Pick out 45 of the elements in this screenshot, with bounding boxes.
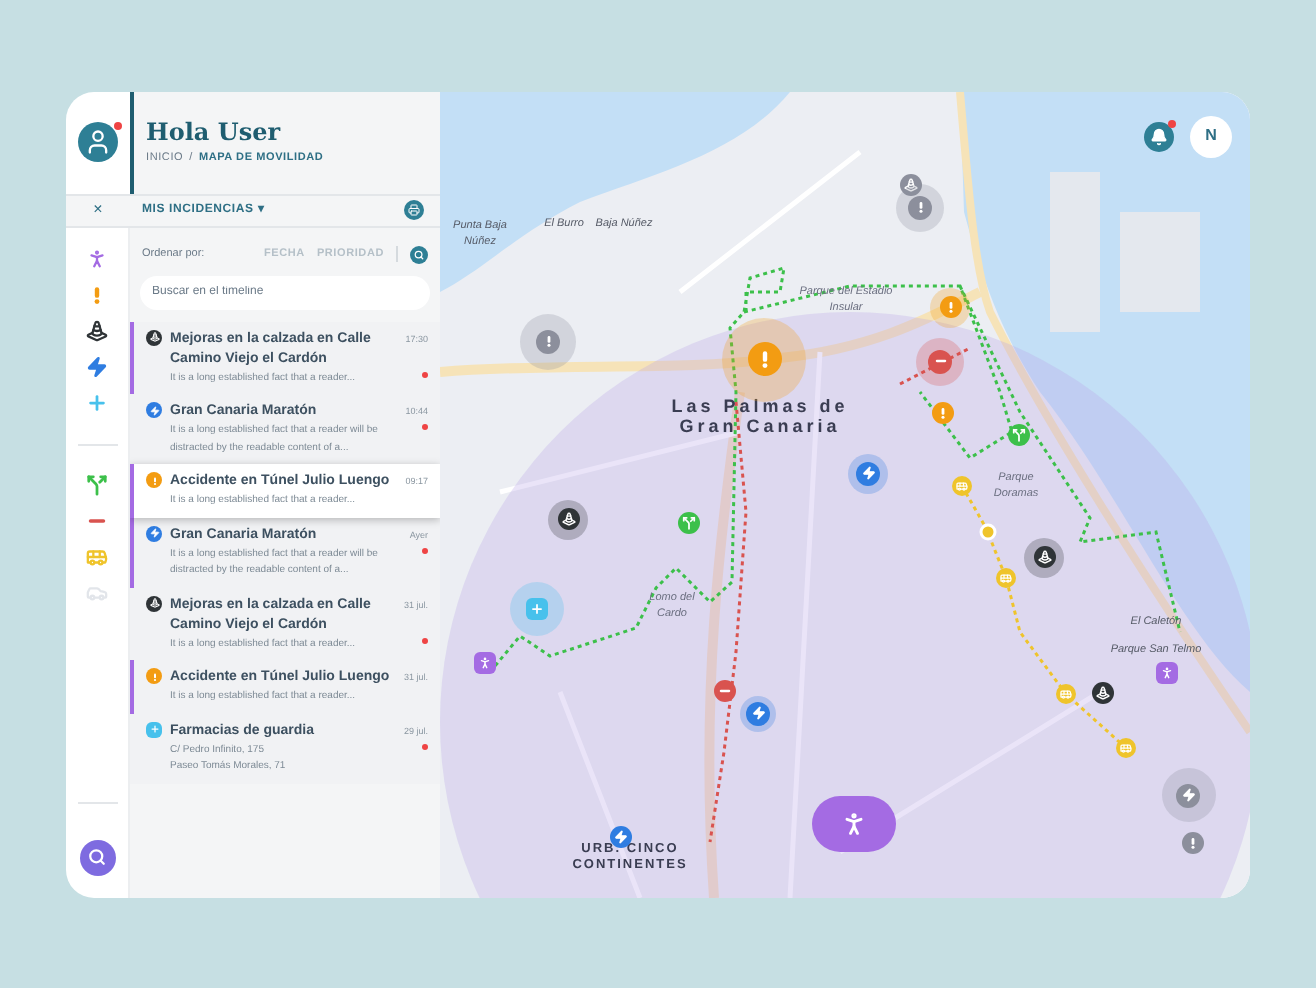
bolt-marker-icon[interactable]	[848, 453, 888, 493]
close-button[interactable]: ×	[66, 195, 130, 225]
print-icon[interactable]	[404, 200, 424, 220]
bell-icon	[1150, 127, 1168, 145]
alert-icon	[146, 472, 162, 488]
fork-marker-icon[interactable]	[677, 512, 699, 534]
no-entry-marker-icon[interactable]	[916, 337, 964, 385]
search-button[interactable]	[79, 839, 115, 875]
alert-marker-icon[interactable]	[931, 402, 953, 424]
bolt-marker-icon[interactable]	[1161, 768, 1215, 822]
bus-marker-icon[interactable]	[1056, 683, 1076, 703]
bus-marker-icon[interactable]	[996, 567, 1016, 587]
alert-marker-icon[interactable]	[520, 313, 576, 369]
person-marker-icon[interactable]	[1155, 662, 1177, 684]
search-icon[interactable]	[410, 245, 428, 263]
pharmacy-marker-icon[interactable]	[509, 582, 563, 636]
alert-marker-icon[interactable]	[1181, 832, 1203, 854]
fork-marker-icon[interactable]	[1007, 424, 1029, 446]
cone-marker-icon[interactable]	[1024, 537, 1064, 577]
person-marker-icon[interactable]	[812, 795, 896, 851]
search-icon	[88, 848, 106, 866]
alert-marker-icon[interactable]	[896, 183, 944, 231]
cone-icon	[146, 329, 162, 345]
bolt-marker-icon[interactable]	[740, 695, 776, 731]
bolt-icon	[146, 402, 162, 418]
alert-marker-icon[interactable]	[722, 317, 806, 401]
stop-dot	[979, 522, 997, 540]
person-filter-icon[interactable]	[85, 247, 109, 271]
cone-filter-icon[interactable]	[85, 319, 109, 343]
greeting-title: Hola User	[146, 117, 283, 146]
cone-marker-icon[interactable]	[548, 499, 588, 539]
cone-icon	[146, 595, 162, 611]
bus-filter-icon[interactable]	[85, 545, 109, 569]
cone-marker-icon[interactable]	[899, 174, 921, 196]
fork-filter-icon[interactable]	[85, 473, 109, 497]
bolt-filter-icon[interactable]	[85, 355, 109, 379]
bolt-icon	[146, 525, 162, 541]
alert-icon	[146, 668, 162, 684]
bus-marker-icon[interactable]	[1116, 737, 1136, 757]
person-marker-icon[interactable]	[473, 652, 495, 674]
bus-marker-icon[interactable]	[952, 475, 972, 495]
cone-marker-icon[interactable]	[1091, 682, 1113, 704]
pharmacy-filter-icon[interactable]	[85, 391, 109, 415]
alert-marker-icon[interactable]	[930, 287, 970, 327]
pharmacy-icon	[146, 721, 162, 737]
